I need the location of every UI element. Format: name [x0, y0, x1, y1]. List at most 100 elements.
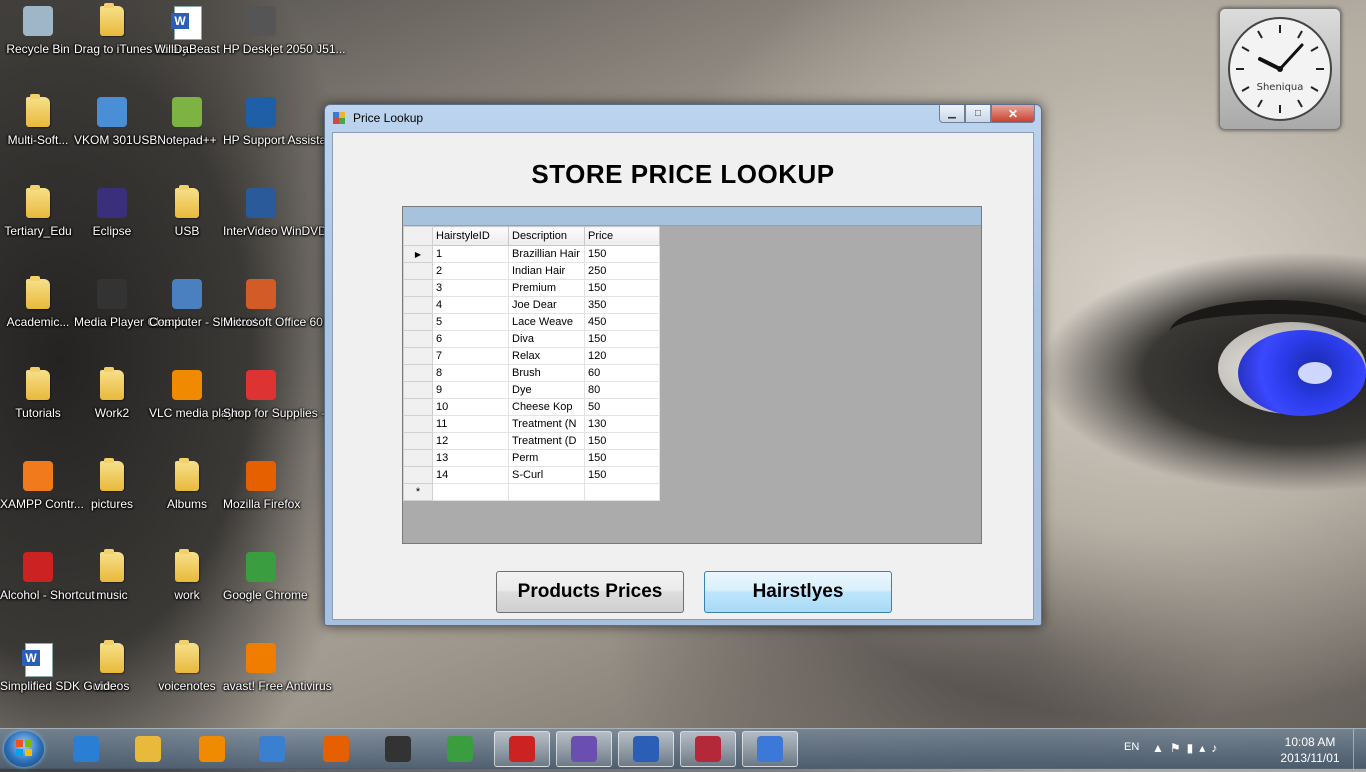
- hairstyles-button[interactable]: Hairstlyes: [704, 571, 892, 613]
- new-row-cell[interactable]: [508, 483, 585, 501]
- desktop-icon[interactable]: pictures: [74, 458, 150, 512]
- table-row[interactable]: 10 Cheese Kop 50: [403, 398, 660, 416]
- cell-description[interactable]: Cheese Kop: [508, 398, 585, 416]
- volume-icon[interactable]: ♪: [1211, 741, 1223, 755]
- desktop-icon[interactable]: voicenotes: [149, 640, 225, 694]
- cell-price[interactable]: 150: [584, 449, 660, 467]
- row-header[interactable]: [403, 449, 433, 467]
- cell-description[interactable]: Treatment (N: [508, 415, 585, 433]
- cell-description[interactable]: Premium: [508, 279, 585, 297]
- desktop-icon[interactable]: Academic...: [0, 276, 76, 330]
- row-header[interactable]: [403, 296, 433, 314]
- row-header-corner[interactable]: [403, 226, 433, 246]
- show-desktop-button[interactable]: [1353, 729, 1366, 769]
- cell-description[interactable]: Dye: [508, 381, 585, 399]
- cell-hairstyleid[interactable]: 6: [432, 330, 509, 348]
- table-row[interactable]: 4 Joe Dear 350: [403, 296, 660, 314]
- cell-description[interactable]: Perm: [508, 449, 585, 467]
- row-header[interactable]: [403, 466, 433, 484]
- taskbar-button[interactable]: [742, 731, 798, 767]
- desktop-icon[interactable]: HP Support Assistant: [223, 97, 336, 148]
- desktop-icon[interactable]: Recycle Bin: [0, 6, 76, 57]
- desktop-icon[interactable]: Computer - Shortcut: [149, 279, 257, 330]
- row-header[interactable]: [403, 432, 433, 450]
- cell-price[interactable]: 130: [584, 415, 660, 433]
- cell-price[interactable]: 60: [584, 364, 660, 382]
- cell-price[interactable]: 80: [584, 381, 660, 399]
- desktop-icon[interactable]: Multi-Soft...: [0, 94, 76, 148]
- column-header-hairstyleid[interactable]: HairstyleID: [432, 226, 509, 246]
- table-row[interactable]: 3 Premium 150: [403, 279, 660, 297]
- cell-description[interactable]: Relax: [508, 347, 585, 365]
- cell-hairstyleid[interactable]: 1: [432, 245, 509, 263]
- column-header-price[interactable]: Price: [584, 226, 660, 246]
- cell-price[interactable]: 150: [584, 279, 660, 297]
- start-button[interactable]: [4, 731, 44, 767]
- new-row-marker[interactable]: *: [403, 483, 433, 501]
- cell-hairstyleid[interactable]: 14: [432, 466, 509, 484]
- cell-price[interactable]: 120: [584, 347, 660, 365]
- cell-hairstyleid[interactable]: 2: [432, 262, 509, 280]
- new-row-cell[interactable]: [584, 483, 660, 501]
- desktop-icon[interactable]: Alcohol - Shortcut: [0, 552, 95, 603]
- desktop-icon[interactable]: HP Deskjet 2050 J51...: [223, 6, 346, 57]
- desktop-icon[interactable]: InterVideo WinDVD 8: [223, 188, 337, 239]
- cell-description[interactable]: Treatment (D: [508, 432, 585, 450]
- tray-expand-icon[interactable]: ▲: [1152, 741, 1170, 755]
- desktop-icon[interactable]: videos: [74, 640, 150, 694]
- row-header[interactable]: ▶: [403, 245, 433, 263]
- window-titlebar[interactable]: Price Lookup ▁ □ ✕: [325, 105, 1041, 131]
- taskbar-button[interactable]: [556, 731, 612, 767]
- desktop-icon[interactable]: USB: [149, 185, 225, 239]
- desktop-icon[interactable]: VLC media player: [149, 370, 244, 421]
- cell-price[interactable]: 150: [584, 330, 660, 348]
- cell-price[interactable]: 50: [584, 398, 660, 416]
- cell-hairstyleid[interactable]: 5: [432, 313, 509, 331]
- desktop-icon[interactable]: Eclipse: [74, 188, 150, 239]
- desktop-icon[interactable]: Mozilla Firefox: [223, 461, 300, 512]
- table-row[interactable]: 2 Indian Hair 250: [403, 262, 660, 280]
- table-row[interactable]: ▶ 1 Brazillian Hair 150: [403, 245, 660, 263]
- row-header[interactable]: [403, 262, 433, 280]
- desktop-icon[interactable]: Microsoft Office 60 D...: [223, 279, 345, 330]
- desktop-icon[interactable]: Albums: [149, 458, 225, 512]
- cell-hairstyleid[interactable]: 3: [432, 279, 509, 297]
- cell-price[interactable]: 250: [584, 262, 660, 280]
- cell-hairstyleid[interactable]: 4: [432, 296, 509, 314]
- cell-hairstyleid[interactable]: 11: [432, 415, 509, 433]
- cell-description[interactable]: Indian Hair: [508, 262, 585, 280]
- cell-description[interactable]: Brazillian Hair: [508, 245, 585, 263]
- desktop-icon[interactable]: Google Chrome: [223, 552, 308, 603]
- taskbar-button[interactable]: [370, 731, 426, 767]
- minimize-button[interactable]: ▁: [939, 105, 965, 123]
- desktop-icon[interactable]: W WillDaBeast: [149, 6, 225, 57]
- language-indicator[interactable]: EN: [1124, 741, 1139, 753]
- network-icon[interactable]: ▮: [1187, 741, 1200, 755]
- desktop-icon[interactable]: W Simplified SDK Guide: [0, 643, 115, 694]
- signal-icon[interactable]: ▴: [1199, 741, 1211, 755]
- row-header[interactable]: [403, 398, 433, 416]
- taskbar-button[interactable]: [244, 731, 300, 767]
- row-header[interactable]: [403, 313, 433, 331]
- close-button[interactable]: ✕: [991, 105, 1035, 123]
- clock-gadget[interactable]: Sheniqua: [1219, 8, 1341, 130]
- table-row[interactable]: 8 Brush 60: [403, 364, 660, 382]
- cell-description[interactable]: Brush: [508, 364, 585, 382]
- system-tray[interactable]: ▲⚑▮▴♪: [1152, 741, 1223, 755]
- clock[interactable]: 10:08 AM 2013/11/01: [1278, 734, 1342, 766]
- cell-price[interactable]: 350: [584, 296, 660, 314]
- taskbar-button[interactable]: [494, 731, 550, 767]
- desktop-icon[interactable]: work: [149, 549, 225, 603]
- taskbar-button[interactable]: [58, 731, 114, 767]
- row-header[interactable]: [403, 364, 433, 382]
- table-row[interactable]: 12 Treatment (D 150: [403, 432, 660, 450]
- cell-price[interactable]: 150: [584, 466, 660, 484]
- cell-price[interactable]: 150: [584, 245, 660, 263]
- cell-description[interactable]: Diva: [508, 330, 585, 348]
- row-header[interactable]: [403, 415, 433, 433]
- maximize-button[interactable]: □: [965, 105, 991, 123]
- table-row[interactable]: 13 Perm 150: [403, 449, 660, 467]
- cell-hairstyleid[interactable]: 13: [432, 449, 509, 467]
- price-lookup-window[interactable]: Price Lookup ▁ □ ✕ STORE PRICE LOOKUP Ha…: [324, 104, 1042, 626]
- cell-description[interactable]: S-Curl: [508, 466, 585, 484]
